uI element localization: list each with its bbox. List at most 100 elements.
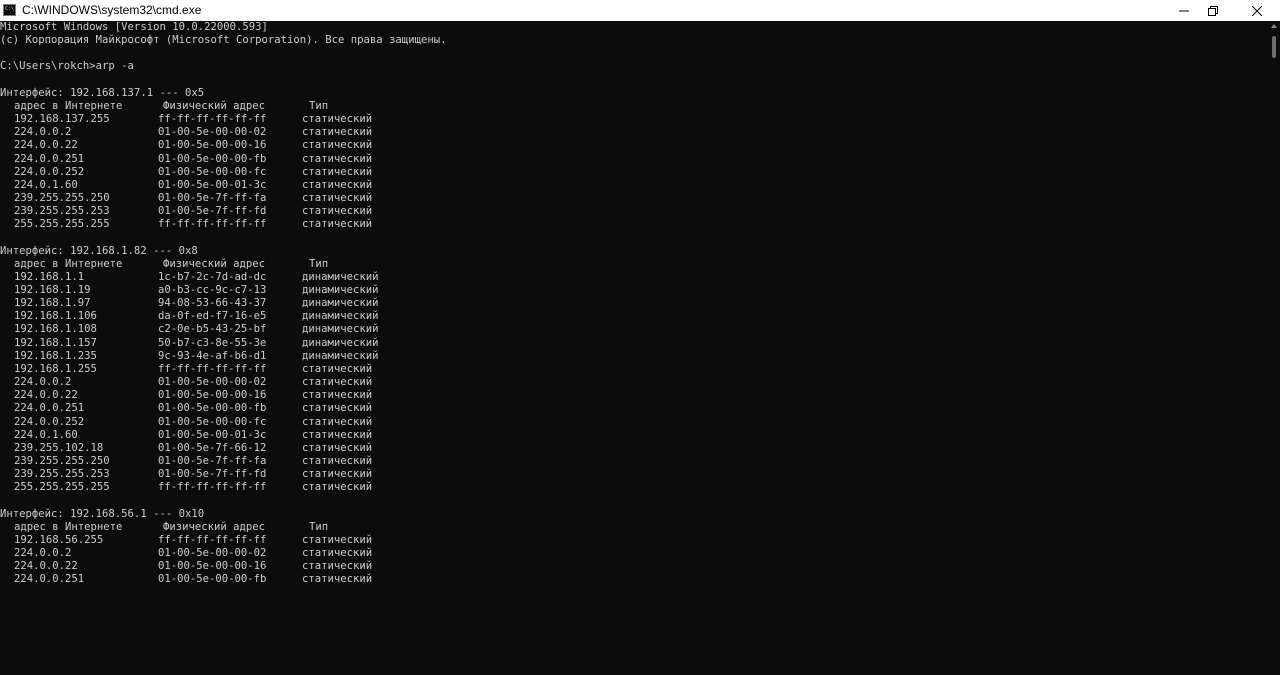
- arp-physical-address: 01-00-5e-00-00-02: [158, 376, 267, 389]
- arp-entry-type: статический: [302, 376, 373, 389]
- arp-entry-type: статический: [302, 428, 373, 441]
- arp-entry-type: статический: [302, 573, 373, 586]
- arp-internet-address: 192.168.56.255: [14, 533, 104, 546]
- console-header-line: (c) Корпорация Майкрософт (Microsoft Cor…: [0, 34, 447, 47]
- close-button[interactable]: [1234, 0, 1280, 21]
- arp-internet-address: 224.0.1.60: [14, 428, 78, 441]
- vertical-scrollbar[interactable]: [1268, 21, 1280, 675]
- arp-internet-address: 224.0.0.251: [14, 152, 85, 165]
- scroll-thumb[interactable]: [1272, 36, 1276, 58]
- arp-physical-address: ff-ff-ff-ff-ff-ff: [158, 218, 267, 231]
- arp-physical-address: c2-0e-b5-43-25-bf: [158, 323, 267, 336]
- arp-physical-address: 01-00-5e-00-00-02: [158, 126, 267, 139]
- arp-physical-address: ff-ff-ff-ff-ff-ff: [158, 113, 267, 126]
- arp-physical-address: 01-00-5e-7f-ff-fa: [158, 191, 267, 204]
- cmd-icon: [3, 4, 16, 16]
- arp-physical-address: 94-08-53-66-43-37: [158, 297, 267, 310]
- arp-entry-type: статический: [302, 481, 373, 494]
- arp-internet-address: 224.0.0.251: [14, 573, 85, 586]
- arp-physical-address: 01-00-5e-00-00-fb: [158, 152, 267, 165]
- arp-entry-type: статический: [302, 126, 373, 139]
- arp-internet-address: 224.0.1.60: [14, 178, 78, 191]
- arp-entry-type: статический: [302, 218, 373, 231]
- arp-entry-type: динамический: [302, 349, 379, 362]
- arp-entry-type: статический: [302, 152, 373, 165]
- arp-entry-type: статический: [302, 468, 373, 481]
- arp-entry-type: динамический: [302, 270, 379, 283]
- arp-entry-type: динамический: [302, 284, 379, 296]
- arp-physical-address: 01-00-5e-00-00-16: [158, 560, 267, 573]
- arp-internet-address: 255.255.255.255: [14, 481, 110, 494]
- arp-internet-address: 224.0.0.2: [14, 547, 72, 559]
- arp-entry-type: статический: [302, 454, 373, 467]
- scroll-up-arrow-icon[interactable]: [1271, 24, 1277, 28]
- arp-entry-type: динамический: [302, 310, 379, 323]
- cmd-window: C:\WINDOWS\system32\cmd.exe Microsoft Wi…: [0, 0, 1280, 675]
- arp-entry-type: динамический: [302, 336, 379, 349]
- arp-internet-address: 255.255.255.255: [14, 218, 110, 231]
- column-header-type: Тип: [309, 520, 329, 533]
- column-header-type: Тип: [309, 257, 329, 270]
- maximize-button[interactable]: [1190, 0, 1236, 21]
- window-title: C:\WINDOWS\system32\cmd.exe: [22, 3, 202, 17]
- command-prompt: C:\Users\rokch>arp -a: [0, 60, 134, 73]
- arp-physical-address: ff-ff-ff-ff-ff-ff: [158, 362, 267, 375]
- interface-title: Интерфейс: 192.168.1.82 --- 0x8: [0, 244, 198, 257]
- arp-entry-type: статический: [302, 191, 373, 204]
- arp-physical-address: 01-00-5e-00-00-fc: [158, 415, 267, 428]
- arp-internet-address: 224.0.0.252: [14, 415, 85, 428]
- restore-icon: [1208, 5, 1218, 16]
- arp-physical-address: 01-00-5e-00-00-fb: [158, 573, 267, 586]
- interface-title: Интерфейс: 192.168.137.1 --- 0x5: [0, 86, 205, 99]
- arp-physical-address: 01-00-5e-7f-ff-fd: [158, 468, 267, 481]
- column-header-address: адрес в Интернете: [14, 99, 123, 112]
- arp-internet-address: 224.0.0.22: [14, 389, 78, 402]
- arp-physical-address: 50-b7-c3-8e-55-3e: [158, 336, 267, 349]
- title-bar[interactable]: C:\WINDOWS\system32\cmd.exe: [0, 0, 1280, 21]
- arp-internet-address: 224.0.0.251: [14, 402, 85, 415]
- arp-entry-type: динамический: [302, 323, 379, 336]
- arp-physical-address: 1c-b7-2c-7d-ad-dc: [158, 270, 267, 283]
- arp-internet-address: 192.168.1.1: [14, 270, 85, 283]
- column-header-physical: Физический адрес: [163, 257, 266, 270]
- arp-physical-address: 01-00-5e-7f-ff-fd: [158, 205, 267, 218]
- arp-internet-address: 239.255.255.250: [14, 454, 110, 467]
- arp-entry-type: статический: [302, 533, 373, 546]
- arp-entry-type: статический: [302, 139, 373, 152]
- column-header-physical: Физический адрес: [163, 520, 266, 533]
- arp-entry-type: статический: [302, 441, 373, 454]
- close-icon: [1252, 5, 1262, 16]
- arp-entry-type: статический: [302, 560, 373, 573]
- arp-physical-address: 01-00-5e-7f-ff-fa: [158, 454, 267, 467]
- console-output[interactable]: Microsoft Windows [Version 10.0.22000.59…: [0, 21, 1268, 675]
- arp-internet-address: 192.168.1.108: [14, 323, 97, 336]
- console-header-line: Microsoft Windows [Version 10.0.22000.59…: [0, 21, 268, 33]
- arp-internet-address: 224.0.0.22: [14, 139, 78, 152]
- arp-internet-address: 192.168.1.19: [14, 284, 91, 296]
- arp-physical-address: 01-00-5e-00-00-16: [158, 389, 267, 402]
- arp-internet-address: 192.168.1.235: [14, 349, 97, 362]
- arp-internet-address: 192.168.1.106: [14, 310, 97, 323]
- arp-internet-address: 192.168.137.255: [14, 113, 110, 126]
- arp-entry-type: статический: [302, 415, 373, 428]
- arp-entry-type: статический: [302, 402, 373, 415]
- arp-physical-address: 01-00-5e-7f-66-12: [158, 441, 267, 454]
- arp-internet-address: 224.0.0.22: [14, 560, 78, 573]
- arp-physical-address: da-0f-ed-f7-16-e5: [158, 310, 267, 323]
- arp-physical-address: 01-00-5e-00-01-3c: [158, 428, 267, 441]
- arp-internet-address: 224.0.0.2: [14, 376, 72, 389]
- arp-physical-address: ff-ff-ff-ff-ff-ff: [158, 533, 267, 546]
- arp-internet-address: 192.168.1.157: [14, 336, 97, 349]
- arp-entry-type: статический: [302, 389, 373, 402]
- arp-entry-type: статический: [302, 362, 373, 375]
- arp-entry-type: статический: [302, 165, 373, 178]
- column-header-address: адрес в Интернете: [14, 257, 123, 270]
- arp-internet-address: 239.255.255.253: [14, 205, 110, 218]
- arp-internet-address: 239.255.255.250: [14, 191, 110, 204]
- arp-internet-address: 192.168.1.255: [14, 362, 97, 375]
- arp-internet-address: 239.255.255.253: [14, 468, 110, 481]
- arp-entry-type: динамический: [302, 297, 379, 310]
- arp-entry-type: статический: [302, 178, 373, 191]
- minimize-icon: [1179, 10, 1189, 11]
- arp-physical-address: 01-00-5e-00-00-02: [158, 547, 267, 559]
